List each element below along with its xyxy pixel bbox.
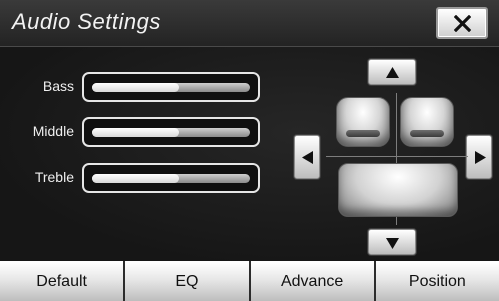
bass-slider-fill	[92, 83, 179, 92]
fader-up-button[interactable]	[368, 59, 416, 85]
bass-slider[interactable]	[82, 72, 260, 102]
close-button[interactable]	[436, 7, 488, 39]
position-button[interactable]: Position	[375, 261, 499, 301]
arrow-down-icon	[386, 238, 399, 249]
arrow-up-icon	[386, 67, 399, 78]
bass-label: Bass	[42, 78, 74, 94]
treble-control: Treble	[0, 163, 270, 193]
eq-button[interactable]: EQ	[125, 261, 249, 301]
treble-label: Treble	[34, 169, 74, 185]
title-bar: Audio Settings	[0, 0, 499, 47]
rear-bench-seat-icon	[338, 163, 458, 217]
front-left-seat-icon	[336, 97, 390, 147]
middle-slider-track	[92, 128, 250, 137]
front-right-seat-icon	[400, 97, 454, 147]
bass-slider-track	[92, 83, 250, 92]
middle-label: Middle	[32, 123, 74, 139]
window-title: Audio Settings	[12, 9, 161, 34]
fader-crosshair-horizontal	[326, 156, 468, 157]
arrow-right-icon	[475, 151, 486, 164]
treble-slider[interactable]	[82, 163, 260, 193]
middle-control: Middle	[0, 117, 270, 147]
arrow-left-icon	[302, 151, 313, 164]
balance-left-button[interactable]	[294, 135, 320, 179]
bottom-button-bar: Default EQ Advance Position	[0, 261, 499, 301]
treble-slider-fill	[92, 174, 179, 183]
middle-slider[interactable]	[82, 117, 260, 147]
audio-settings-screen: Audio Settings Bass Middle Treble Defaul…	[0, 0, 499, 301]
treble-slider-track	[92, 174, 250, 183]
seat-position-diagram[interactable]	[322, 93, 472, 233]
default-button[interactable]: Default	[0, 261, 124, 301]
bass-control: Bass	[0, 72, 270, 102]
main-panel: Bass Middle Treble	[0, 47, 499, 261]
close-x-icon	[454, 15, 471, 32]
advance-button[interactable]: Advance	[250, 261, 374, 301]
middle-slider-fill	[92, 128, 179, 137]
